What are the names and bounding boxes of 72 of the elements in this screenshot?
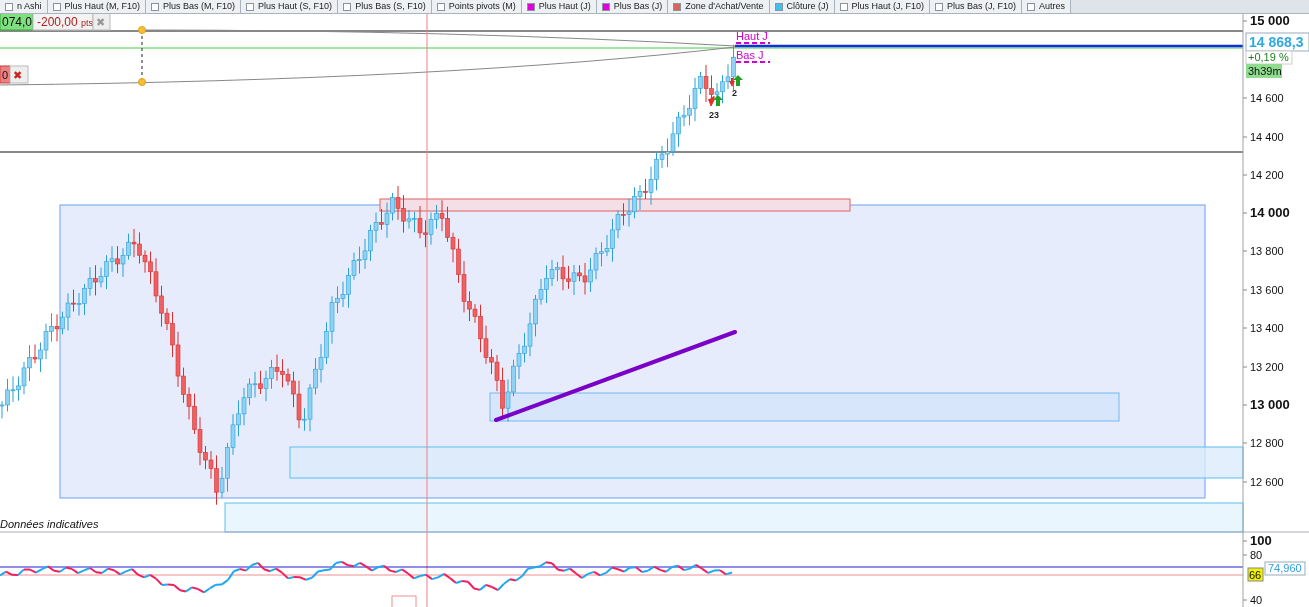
arrow-pair-icon: [707, 95, 723, 107]
price-tick-label: 12 600: [1250, 476, 1284, 488]
legend-tab[interactable]: Points pivots (M): [431, 0, 522, 13]
legend-label: Plus Haut (S, F10): [258, 2, 333, 11]
legend-checkbox[interactable]: [673, 2, 682, 11]
legend-checkbox[interactable]: [151, 2, 160, 11]
legend-tab[interactable]: Clôture (J): [769, 0, 835, 13]
legend-tab[interactable]: Plus Haut (J): [521, 0, 597, 13]
legend-tab[interactable]: Plus Haut (M, F10): [47, 0, 147, 13]
legend-tab[interactable]: Plus Bas (S, F10): [338, 0, 432, 13]
legend-checkbox[interactable]: [436, 2, 445, 11]
legend-label: Plus Bas (J): [613, 2, 663, 11]
legend-label: Clôture (J): [786, 2, 829, 11]
arrow-pair-icon: [729, 75, 743, 87]
legend-checkbox[interactable]: [935, 2, 944, 11]
rsi-tick-label: 40: [1250, 594, 1263, 606]
legend-label: Points pivots (M): [448, 2, 516, 11]
legend-checkbox[interactable]: [343, 2, 352, 11]
rsi-tick-label: 80: [1250, 549, 1263, 561]
rsi-reading-badge: 74,960: [1264, 561, 1306, 576]
change-badge: +0,19 %: [1245, 50, 1293, 65]
price-tick-label: 13 800: [1250, 245, 1284, 257]
legend-checkbox[interactable]: [1027, 2, 1036, 11]
legend-tab[interactable]: Plus Bas (J): [596, 0, 669, 13]
price-tick-label: 14 200: [1250, 169, 1284, 181]
price-tick-label: 13 600: [1250, 284, 1284, 296]
signal-count: 23: [709, 110, 719, 120]
high-marker-line: [735, 42, 771, 44]
low-marker-line: [735, 61, 771, 63]
signal-count: 2: [732, 88, 737, 98]
legend-tab[interactable]: n Ashi: [0, 0, 48, 13]
countdown-badge: 3h39m: [1246, 64, 1282, 78]
legend-checkbox[interactable]: [774, 2, 783, 11]
legend-label: Plus Haut (M, F10): [64, 2, 141, 11]
high-label: Haut J: [736, 30, 768, 42]
legend-label: Plus Bas (S, F10): [355, 2, 426, 11]
order-pnl-tag: -200,00 pts: [32, 14, 94, 31]
rsi-value-badge: 66: [1247, 567, 1264, 582]
disclaimer-text: Données indicatives: [0, 518, 99, 530]
last-price-badge: 14 868,3: [1245, 32, 1309, 52]
price-tick-label: 14 400: [1250, 131, 1284, 143]
legend-tab[interactable]: Autres: [1022, 0, 1072, 13]
price-tick-label: 13 000: [1250, 397, 1290, 412]
rsi-tick-label: 100: [1250, 533, 1272, 548]
legend-label: Plus Bas (J, F10): [947, 2, 1017, 11]
legend-label: Plus Haut (J, F10): [851, 2, 925, 11]
legend-tab[interactable]: Plus Bas (J, F10): [930, 0, 1023, 13]
order-price-tag[interactable]: 074,0: [0, 14, 34, 31]
price-tick-label: 15 000: [1250, 14, 1290, 28]
legend-checkbox[interactable]: [601, 2, 610, 11]
price-tick-label: 13 200: [1250, 361, 1284, 373]
legend-tab[interactable]: Plus Bas (M, F10): [146, 0, 242, 13]
legend-tab[interactable]: Plus Haut (S, F10): [241, 0, 339, 13]
legend-checkbox[interactable]: [52, 2, 61, 11]
legend-checkbox[interactable]: [5, 2, 13, 11]
legend-tab[interactable]: Zone d'Achat/Vente: [668, 0, 770, 13]
price-tick-label: 13 400: [1250, 322, 1284, 334]
close-order-button[interactable]: ✖: [9, 65, 29, 84]
legend-label: Zone d'Achat/Vente: [685, 2, 764, 11]
price-tick-label: 14 600: [1250, 92, 1284, 104]
legend-checkbox[interactable]: [246, 2, 255, 11]
price-tick-label: 14 000: [1250, 205, 1290, 220]
legend-label: Plus Bas (M, F10): [163, 2, 236, 11]
legend-label: Plus Haut (J): [538, 2, 591, 11]
legend-tab[interactable]: Plus Haut (J, F10): [834, 0, 931, 13]
low-label: Bas J: [736, 49, 764, 61]
legend-label: n Ashi: [17, 2, 42, 11]
legend-label: Autres: [1039, 2, 1066, 11]
legend-checkbox[interactable]: [526, 2, 535, 11]
legend-checkbox[interactable]: [839, 2, 848, 11]
price-tick-label: 12 800: [1250, 437, 1284, 449]
order-link-drawing: [138, 26, 146, 86]
